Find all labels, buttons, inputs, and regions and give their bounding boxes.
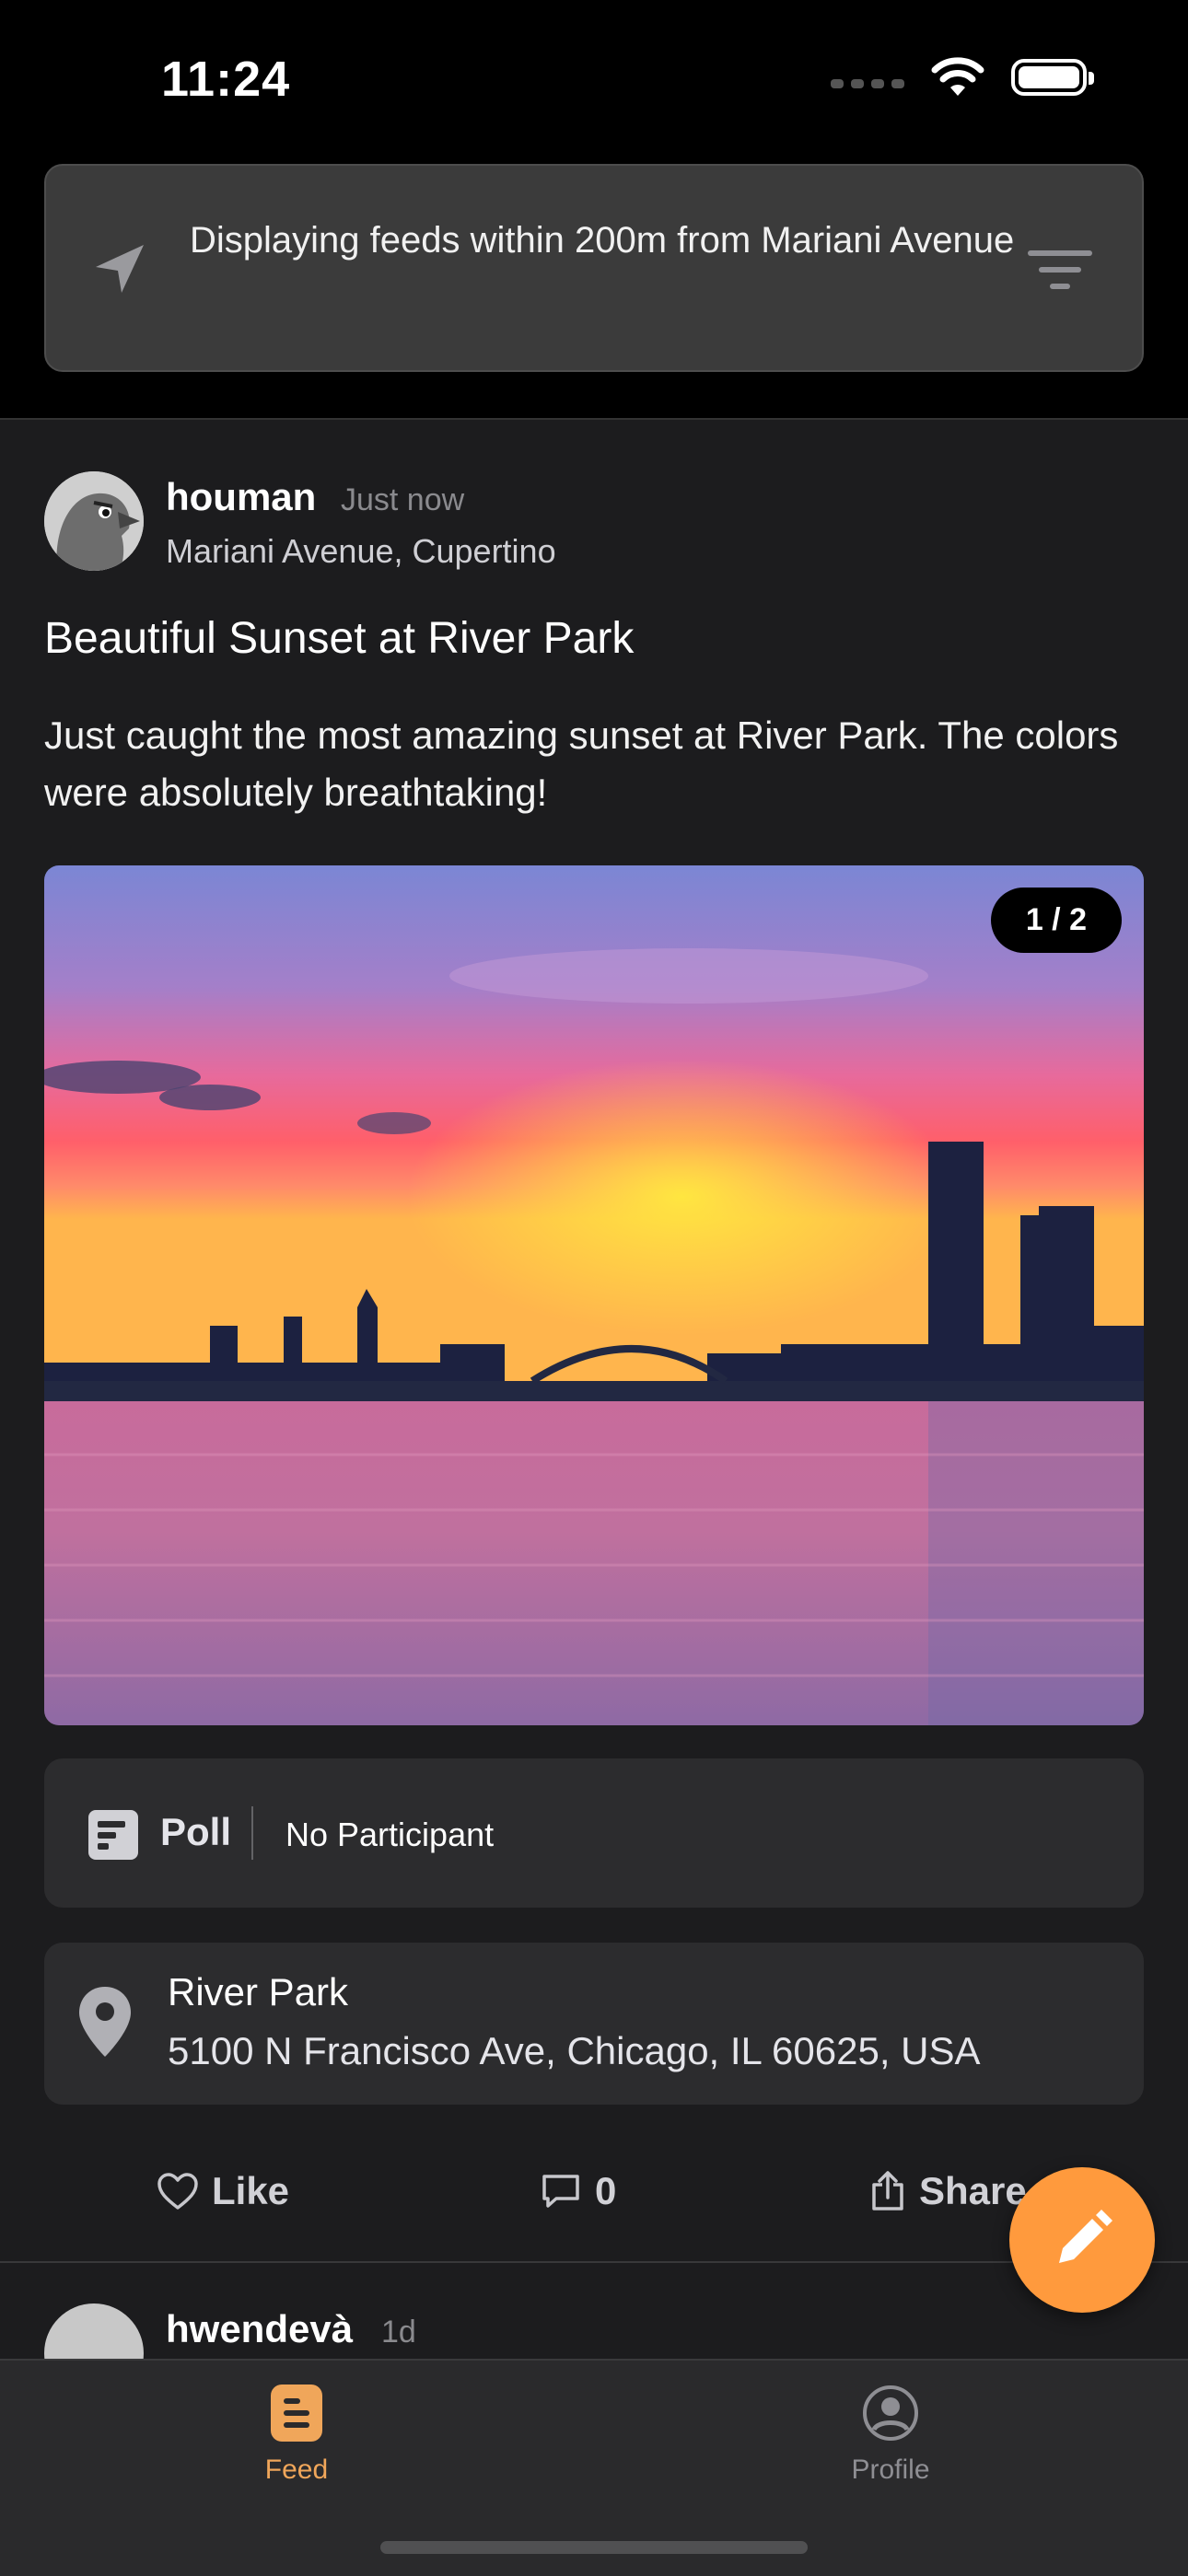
post-username[interactable]: hwendevà bbox=[166, 2307, 353, 2351]
comment-icon bbox=[542, 2175, 579, 2208]
feed-list[interactable]: houman Just now Mariani Avenue, Cupertin… bbox=[0, 418, 1188, 2362]
pigeon-avatar-icon bbox=[44, 471, 144, 571]
wifi-icon bbox=[931, 57, 984, 96]
status-time: 11:24 bbox=[161, 52, 291, 107]
share-icon bbox=[872, 2171, 903, 2210]
post-header: houman Just now Mariani Avenue, Cupertin… bbox=[44, 471, 1140, 582]
image-counter-badge: 1 / 2 bbox=[990, 888, 1122, 953]
filter-icon[interactable] bbox=[1028, 249, 1092, 291]
poll-label: Poll bbox=[160, 1810, 232, 1853]
place-card[interactable]: River Park 5100 N Francisco Ave, Chicago… bbox=[44, 1943, 1144, 2105]
post-timestamp: Just now bbox=[341, 482, 465, 517]
tab-feed[interactable]: Feed bbox=[158, 2385, 435, 2486]
like-label: Like bbox=[212, 2169, 290, 2212]
poll-card[interactable]: Poll No Participant bbox=[44, 1758, 1144, 1908]
tab-feed-label: Feed bbox=[264, 2454, 329, 2485]
tab-bar: Feed Profile bbox=[0, 2359, 1188, 2576]
poll-participant-status: No Participant bbox=[285, 1816, 495, 1853]
comment-button[interactable]: 0 bbox=[540, 2169, 616, 2213]
share-label: Share bbox=[919, 2169, 1027, 2212]
home-indicator bbox=[380, 2541, 808, 2554]
place-address: 5100 N Francisco Ave, Chicago, IL 60625,… bbox=[168, 2029, 981, 2072]
profile-icon bbox=[863, 2385, 918, 2441]
status-icons bbox=[831, 57, 1094, 98]
cellular-signal-icon bbox=[831, 79, 904, 88]
post-timestamp: 1d bbox=[381, 2315, 416, 2350]
avatar[interactable] bbox=[44, 471, 144, 571]
share-button[interactable]: Share bbox=[869, 2169, 1027, 2213]
compose-post-button[interactable] bbox=[1009, 2167, 1155, 2313]
post-title: Beautiful Sunset at River Park bbox=[44, 614, 635, 663]
place-name: River Park bbox=[168, 1970, 349, 2013]
post-image[interactable]: 1 / 2 bbox=[44, 865, 1144, 1725]
location-banner-text: Displaying feeds within 200m from Marian… bbox=[190, 220, 1015, 261]
location-arrow-icon bbox=[96, 245, 144, 293]
map-pin-icon bbox=[79, 1987, 131, 2057]
battery-icon bbox=[1011, 59, 1094, 96]
post-divider bbox=[0, 2261, 1188, 2263]
location-banner[interactable]: Displaying feeds within 200m from Marian… bbox=[44, 164, 1144, 372]
avatar[interactable] bbox=[44, 2303, 144, 2362]
status-bar: 11:24 bbox=[0, 0, 1188, 157]
poll-icon bbox=[88, 1810, 138, 1860]
poll-divider bbox=[251, 1806, 253, 1860]
next-post-header[interactable]: hwendevà 1d bbox=[44, 2303, 1144, 2362]
post-location: Mariani Avenue, Cupertino bbox=[166, 532, 556, 570]
sunset-photo bbox=[44, 865, 1144, 1725]
pencil-icon bbox=[1059, 2210, 1112, 2263]
feed-icon bbox=[271, 2385, 322, 2442]
comment-count: 0 bbox=[595, 2169, 617, 2212]
heart-icon bbox=[157, 2173, 198, 2210]
post-body: Just caught the most amazing sunset at R… bbox=[44, 714, 1119, 814]
like-button[interactable]: Like bbox=[157, 2169, 289, 2213]
post-username[interactable]: houman bbox=[166, 475, 316, 519]
tab-profile[interactable]: Profile bbox=[752, 2385, 1029, 2486]
tab-profile-label: Profile bbox=[851, 2454, 930, 2485]
